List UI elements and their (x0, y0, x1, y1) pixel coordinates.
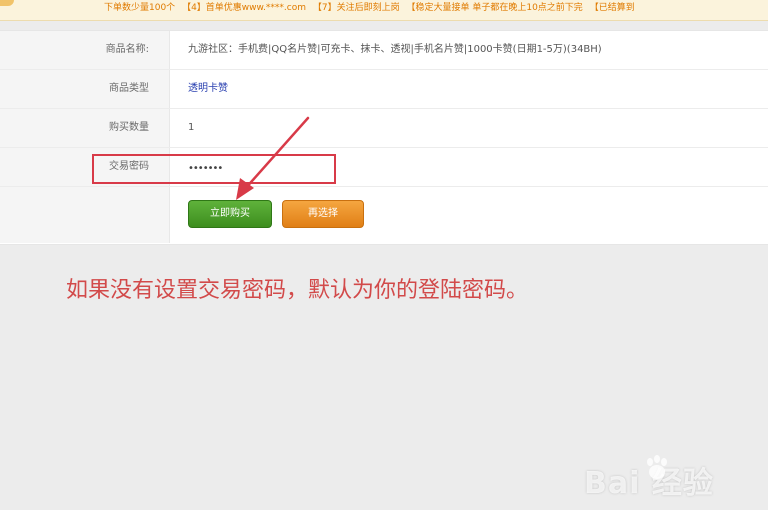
buy-now-button[interactable]: 立即购买 (188, 200, 272, 228)
product-type-value[interactable]: 透明卡赞 (188, 70, 228, 108)
notice-item[interactable]: 【7】关注后即刻上岗 (313, 3, 400, 13)
notice-bar-text: 下单数少量100个 【4】首单优惠www.****.com 【7】关注后即刻上岗… (104, 0, 639, 16)
baidu-jingyan-watermark: Bai 经验 (584, 455, 714, 502)
form-row-quantity: 购买数量 1 (0, 109, 768, 148)
order-form: 商品名称: 九游社区：手机费|QQ名片赞|可充卡、抹卡、透视|手机名片赞|100… (0, 30, 768, 245)
product-type-label: 商品类型 (0, 70, 170, 108)
quantity-value: 1 (188, 122, 195, 133)
paw-logo-icon (647, 455, 667, 479)
notice-item[interactable]: 【4】首单优惠www.****.com (182, 3, 306, 13)
quantity-label: 购买数量 (0, 109, 170, 147)
form-row-product-name: 商品名称: 九游社区：手机费|QQ名片赞|可充卡、抹卡、透视|手机名片赞|100… (0, 31, 768, 70)
notice-bar-edge-decoration (0, 0, 14, 6)
product-name-value: 九游社区：手机费|QQ名片赞|可充卡、抹卡、透视|手机名片赞|1000卡赞(日期… (188, 44, 602, 55)
annotation-note: 如果没有设置交易密码，默认为你的登陆密码。 (66, 278, 529, 303)
form-row-product-type: 商品类型 透明卡赞 (0, 70, 768, 109)
reselect-button[interactable]: 再选择 (282, 200, 364, 228)
actions-label-cell (0, 187, 170, 243)
notice-item[interactable]: 【已结算到 (590, 3, 635, 13)
notice-bar: 下单数少量100个 【4】首单优惠www.****.com 【7】关注后即刻上岗… (0, 0, 768, 21)
notice-item: 下单数少量100个 (104, 3, 176, 13)
trade-password-input[interactable]: ••••••• (188, 162, 223, 176)
notice-item[interactable]: 【稳定大量接单 单子都在晚上10点之前下完 (406, 3, 582, 13)
product-name-label: 商品名称: (0, 31, 170, 69)
form-row-actions (0, 187, 768, 243)
